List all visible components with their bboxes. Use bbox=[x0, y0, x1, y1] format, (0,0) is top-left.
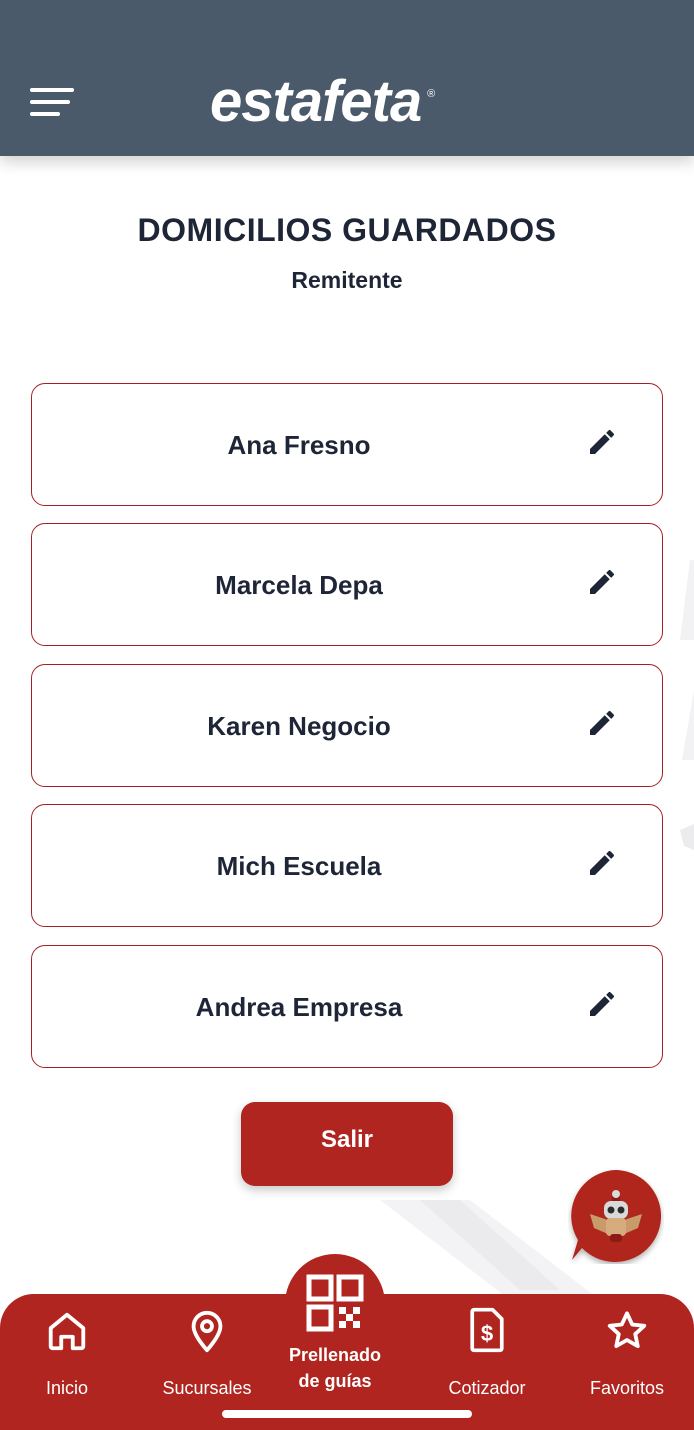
svg-text:$: $ bbox=[481, 1321, 493, 1346]
home-icon bbox=[48, 1312, 86, 1351]
nav-label-inicio: Inicio bbox=[45, 1378, 89, 1398]
address-card[interactable]: Ana Fresno bbox=[31, 383, 663, 506]
nav-item-cotizador[interactable]: $ Cotizador bbox=[422, 1294, 552, 1414]
page-subtitle: Remitente bbox=[291, 267, 403, 293]
address-card[interactable]: Marcela Depa bbox=[31, 523, 663, 646]
address-name: Marcela Depa bbox=[215, 570, 383, 600]
nav-label-cotizador: Cotizador bbox=[448, 1378, 526, 1398]
address-name: Mich Escuela bbox=[216, 851, 382, 881]
address-card[interactable]: Andrea Empresa bbox=[31, 945, 663, 1068]
registered-mark: ® bbox=[427, 88, 436, 100]
location-pin-icon bbox=[191, 1310, 223, 1353]
address-name: Karen Negocio bbox=[207, 711, 391, 741]
pencil-edit-icon[interactable] bbox=[586, 566, 618, 598]
dollar-document-icon: $ bbox=[470, 1307, 504, 1353]
nav-item-sucursales[interactable]: Sucursales bbox=[142, 1294, 272, 1414]
nav-label-sucursales: Sucursales bbox=[162, 1378, 252, 1398]
nav-item-prellenado[interactable]: Prellenado de guías bbox=[270, 1270, 400, 1400]
app-header: estafeta ® bbox=[0, 0, 694, 156]
address-card[interactable]: Karen Negocio bbox=[31, 664, 663, 787]
address-card[interactable]: Mich Escuela bbox=[31, 804, 663, 927]
brand-logo: estafeta ® bbox=[210, 69, 435, 134]
pencil-edit-icon[interactable] bbox=[586, 707, 618, 739]
nav-label-prellenado-line2: de guías bbox=[298, 1371, 372, 1391]
brand-name: estafeta bbox=[210, 69, 422, 134]
nav-item-inicio[interactable]: Inicio bbox=[2, 1294, 132, 1414]
address-name: Ana Fresno bbox=[227, 430, 371, 460]
pencil-edit-icon[interactable] bbox=[586, 988, 618, 1020]
pencil-edit-icon[interactable] bbox=[586, 426, 618, 458]
robot-chat-icon[interactable] bbox=[568, 1168, 664, 1264]
pencil-edit-icon[interactable] bbox=[586, 847, 618, 879]
nav-label-prellenado-line1: Prellenado bbox=[288, 1345, 382, 1365]
exit-button[interactable]: Salir bbox=[241, 1102, 453, 1186]
page-title: DOMICILIOS GUARDADOS bbox=[137, 212, 557, 248]
menu-icon[interactable] bbox=[30, 86, 74, 120]
qr-code-icon bbox=[306, 1274, 364, 1332]
nav-label-favoritos: Favoritos bbox=[589, 1378, 665, 1398]
home-indicator bbox=[222, 1410, 472, 1418]
nav-item-favoritos[interactable]: Favoritos bbox=[562, 1294, 692, 1414]
star-icon bbox=[607, 1311, 647, 1349]
address-name: Andrea Empresa bbox=[195, 992, 403, 1022]
